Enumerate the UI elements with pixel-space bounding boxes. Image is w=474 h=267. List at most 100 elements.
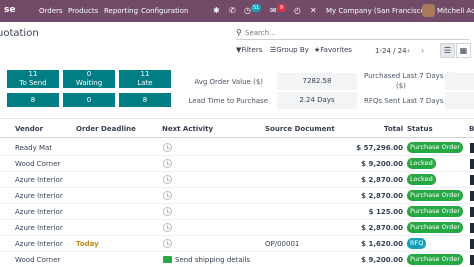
table-row[interactable]: Azure Interior $ 2,870.00 Purchase Order <box>0 220 474 236</box>
col-source-document[interactable]: Source Document <box>265 125 335 133</box>
clock-icon[interactable] <box>163 239 172 248</box>
next-activity-cell[interactable]: Send shipping details <box>175 256 250 264</box>
clock-icon[interactable] <box>163 191 172 200</box>
row-edge <box>470 191 474 201</box>
pager-next-icon[interactable]: › <box>421 46 424 55</box>
vendor-cell: Azure Interior <box>15 192 63 200</box>
tile-my-late[interactable]: 8 <box>119 93 171 107</box>
search-bar: ⚲ <box>236 26 469 40</box>
total-cell: $ 57,296.00 <box>356 144 403 152</box>
clock-icon[interactable] <box>163 159 172 168</box>
avg-order-value: 7282.58 <box>277 73 357 90</box>
tile-label: Late <box>137 79 153 87</box>
user-menu[interactable]: Mitchell Admin <box>437 7 474 15</box>
email-icon[interactable] <box>163 256 172 263</box>
group-by-label: Group By <box>276 46 309 54</box>
list-icon: ☰ <box>443 46 452 55</box>
table-row[interactable]: Ready Mat $ 57,296.00 Purchase Order <box>0 140 474 156</box>
company-switcher[interactable]: My Company (San Francisco) <box>326 7 427 15</box>
total-cell: $ 2,870.00 <box>361 224 403 232</box>
clock-icon[interactable] <box>163 143 172 152</box>
table-row[interactable]: Wood Corner $ 9,200.00 Locked <box>0 156 474 172</box>
top-navbar: se Orders Products Reporting Configurati… <box>0 0 474 22</box>
tile-label: To Send <box>19 79 47 87</box>
group-by-button[interactable]: ☰Group By <box>270 46 309 54</box>
search-input[interactable] <box>245 27 465 39</box>
activity-icon[interactable]: ◷ <box>244 6 251 15</box>
phone-icon[interactable]: ✆ <box>229 6 236 15</box>
tile-waiting[interactable]: 0 Waiting <box>63 70 115 88</box>
clock-icon[interactable] <box>163 175 172 184</box>
total-cell: $ 2,870.00 <box>361 176 403 184</box>
col-total[interactable]: Total <box>384 125 403 133</box>
pager-previous-icon[interactable]: ‹ <box>407 46 410 55</box>
total-cell: $ 2,870.00 <box>361 192 403 200</box>
activity-badge: 51 <box>251 4 262 12</box>
status-badge: Purchase Order <box>407 206 464 217</box>
clock-icon[interactable] <box>163 223 172 232</box>
deadline-cell: Today <box>76 240 99 248</box>
row-edge <box>470 223 474 233</box>
menu-reporting[interactable]: Reporting <box>104 7 138 15</box>
avatar[interactable] <box>422 4 435 17</box>
total-cell: $ 9,200.00 <box>361 160 403 168</box>
page-title: uotation <box>0 28 39 39</box>
row-edge <box>470 175 474 185</box>
vendor-cell: Azure Interior <box>15 176 63 184</box>
tile-label: Waiting <box>75 79 103 87</box>
clock-icon[interactable]: ◴ <box>294 6 301 15</box>
row-edge <box>470 239 474 249</box>
clock-icon[interactable] <box>163 207 172 216</box>
vendor-cell: Wood Corner <box>15 160 61 168</box>
search-icon: ⚲ <box>236 28 242 37</box>
status-badge: Locked <box>407 158 436 169</box>
row-edge <box>470 207 474 217</box>
list-view-button[interactable]: ☰ <box>440 43 455 58</box>
kanban-icon: ▦ <box>459 46 468 55</box>
row-edge <box>470 159 474 169</box>
tile-my-waiting[interactable]: 0 <box>63 93 115 107</box>
vendor-cell: Azure Interior <box>15 240 63 248</box>
table-row[interactable]: Wood Corner Send shipping details $ 9,20… <box>0 252 474 267</box>
table-header: Vendor Order Deadline Next Activity Sour… <box>0 118 474 138</box>
rfqs-sent-label: RFQs Sent Last 7 Days <box>364 97 444 105</box>
status-badge: Purchase Order <box>407 190 464 201</box>
filters-button[interactable]: ▼Filters <box>236 46 262 54</box>
menu-configuration[interactable]: Configuration <box>141 7 188 15</box>
status-badge: RFQ <box>407 238 427 249</box>
tile-count: 11 <box>140 70 150 78</box>
chat-icon[interactable]: ✉ <box>270 6 277 15</box>
purchased-7-days-unit: ($) <box>396 82 406 90</box>
bug-icon[interactable]: ✱ <box>213 6 220 15</box>
table-row[interactable]: Azure Interior $ 125.00 Purchase Order <box>0 204 474 220</box>
col-status[interactable]: Status <box>407 125 433 133</box>
tile-late[interactable]: 11 Late <box>119 70 171 88</box>
col-vendor[interactable]: Vendor <box>15 125 43 133</box>
col-order-deadline[interactable]: Order Deadline <box>76 125 136 133</box>
tile-to-send[interactable]: 11 To Send <box>7 70 59 88</box>
table-row[interactable]: Azure Interior $ 2,870.00 Locked <box>0 172 474 188</box>
col-next-activity[interactable]: Next Activity <box>162 125 213 133</box>
close-icon[interactable]: ✕ <box>310 6 317 15</box>
table-row[interactable]: Azure Interior $ 2,870.00 Purchase Order <box>0 188 474 204</box>
vendor-cell: Azure Interior <box>15 224 63 232</box>
kanban-view-button[interactable]: ▦ <box>456 43 471 58</box>
favorites-button[interactable]: ★Favorites <box>314 46 352 54</box>
menu-products[interactable]: Products <box>68 7 98 15</box>
vendor-cell: Azure Interior <box>15 208 63 216</box>
table-row[interactable]: Azure Interior Today OP/00001 $ 1,620.00… <box>0 236 474 252</box>
tile-my-to-send[interactable]: 8 <box>7 93 59 107</box>
pager-value[interactable]: 1-24 / 24 <box>375 47 407 55</box>
source-document-cell: OP/00001 <box>265 240 300 248</box>
app-name[interactable]: se <box>4 5 15 15</box>
tile-count: 11 <box>28 70 38 78</box>
row-edge <box>470 143 474 153</box>
total-cell: $ 125.00 <box>368 208 403 216</box>
purchased-7-days-label: Purchased Last 7 Days ($) <box>364 72 456 80</box>
col-extra[interactable]: B <box>469 125 474 133</box>
lead-time-value: 2.24 Days <box>277 92 357 109</box>
menu-orders[interactable]: Orders <box>39 7 63 15</box>
purchased-7-days-value <box>445 73 474 90</box>
messages-badge: 9 <box>277 4 286 12</box>
favorites-label: Favorites <box>320 46 352 54</box>
